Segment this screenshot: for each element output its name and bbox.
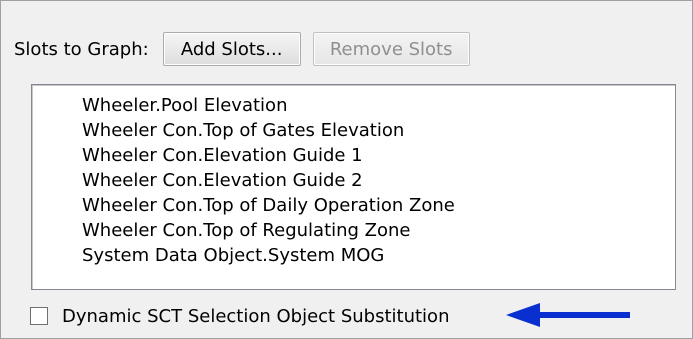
- arrow-head: [506, 303, 540, 327]
- arrow-shaft: [536, 312, 630, 318]
- add-slots-button[interactable]: Add Slots...: [162, 32, 301, 66]
- list-item[interactable]: Wheeler Con.Elevation Guide 2: [32, 168, 675, 193]
- left-arrow-icon: [506, 303, 630, 327]
- slots-to-graph-panel: Slots to Graph: Add Slots... Remove Slot…: [0, 0, 693, 339]
- slots-toolbar: Slots to Graph: Add Slots... Remove Slot…: [14, 31, 470, 67]
- dynamic-substitution-checkbox[interactable]: [30, 307, 48, 325]
- list-item[interactable]: Wheeler Con.Top of Daily Operation Zone: [32, 193, 675, 218]
- dynamic-substitution-label[interactable]: Dynamic SCT Selection Object Substitutio…: [62, 306, 449, 327]
- list-item[interactable]: Wheeler.Pool Elevation: [32, 93, 675, 118]
- list-item[interactable]: Wheeler Con.Top of Regulating Zone: [32, 218, 675, 243]
- list-item[interactable]: Wheeler Con.Top of Gates Elevation: [32, 118, 675, 143]
- slots-list[interactable]: Wheeler.Pool Elevation Wheeler Con.Top o…: [31, 84, 676, 290]
- dynamic-substitution-row[interactable]: Dynamic SCT Selection Object Substitutio…: [30, 301, 449, 331]
- list-item[interactable]: Wheeler Con.Elevation Guide 1: [32, 143, 675, 168]
- remove-slots-button[interactable]: Remove Slots: [312, 32, 470, 66]
- list-item[interactable]: System Data Object.System MOG: [32, 243, 675, 268]
- slots-to-graph-label: Slots to Graph:: [14, 38, 149, 60]
